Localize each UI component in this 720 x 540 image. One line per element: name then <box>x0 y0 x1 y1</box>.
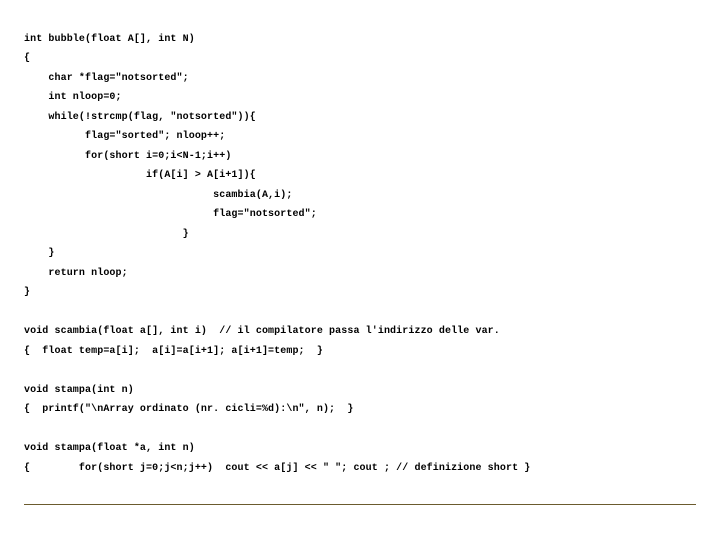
code-line: for(short i=0;i<N-1;i++) <box>24 151 231 162</box>
code-line: { <box>24 53 30 64</box>
code-line: { printf("\nArray ordinato (nr. cicli=%d… <box>24 404 353 415</box>
slide: int bubble(float A[], int N) { char *fla… <box>0 0 720 540</box>
code-line: while(!strcmp(flag, "notsorted")){ <box>24 112 256 123</box>
code-block: int bubble(float A[], int N) { char *fla… <box>24 10 696 498</box>
code-line: void stampa(int n) <box>24 385 134 396</box>
code-line: void scambia(float a[], int i) // il com… <box>24 326 500 337</box>
code-line: int nloop=0; <box>24 92 122 103</box>
code-line: } <box>24 229 189 240</box>
code-line: } <box>24 287 30 298</box>
code-line: { for(short j=0;j<n;j++) cout << a[j] <<… <box>24 463 530 474</box>
code-line: { float temp=a[i]; a[i]=a[i+1]; a[i+1]=t… <box>24 346 323 357</box>
code-line: void stampa(float *a, int n) <box>24 443 195 454</box>
bottom-rule <box>24 504 696 505</box>
code-line: } <box>24 248 55 259</box>
code-line: flag="sorted"; nloop++; <box>24 131 225 142</box>
code-line: int bubble(float A[], int N) <box>24 34 195 45</box>
code-line: if(A[i] > A[i+1]){ <box>24 170 256 181</box>
code-line: flag="notsorted"; <box>24 209 317 220</box>
code-line: char *flag="notsorted"; <box>24 73 189 84</box>
code-line: return nloop; <box>24 268 128 279</box>
code-line: scambia(A,i); <box>24 190 292 201</box>
